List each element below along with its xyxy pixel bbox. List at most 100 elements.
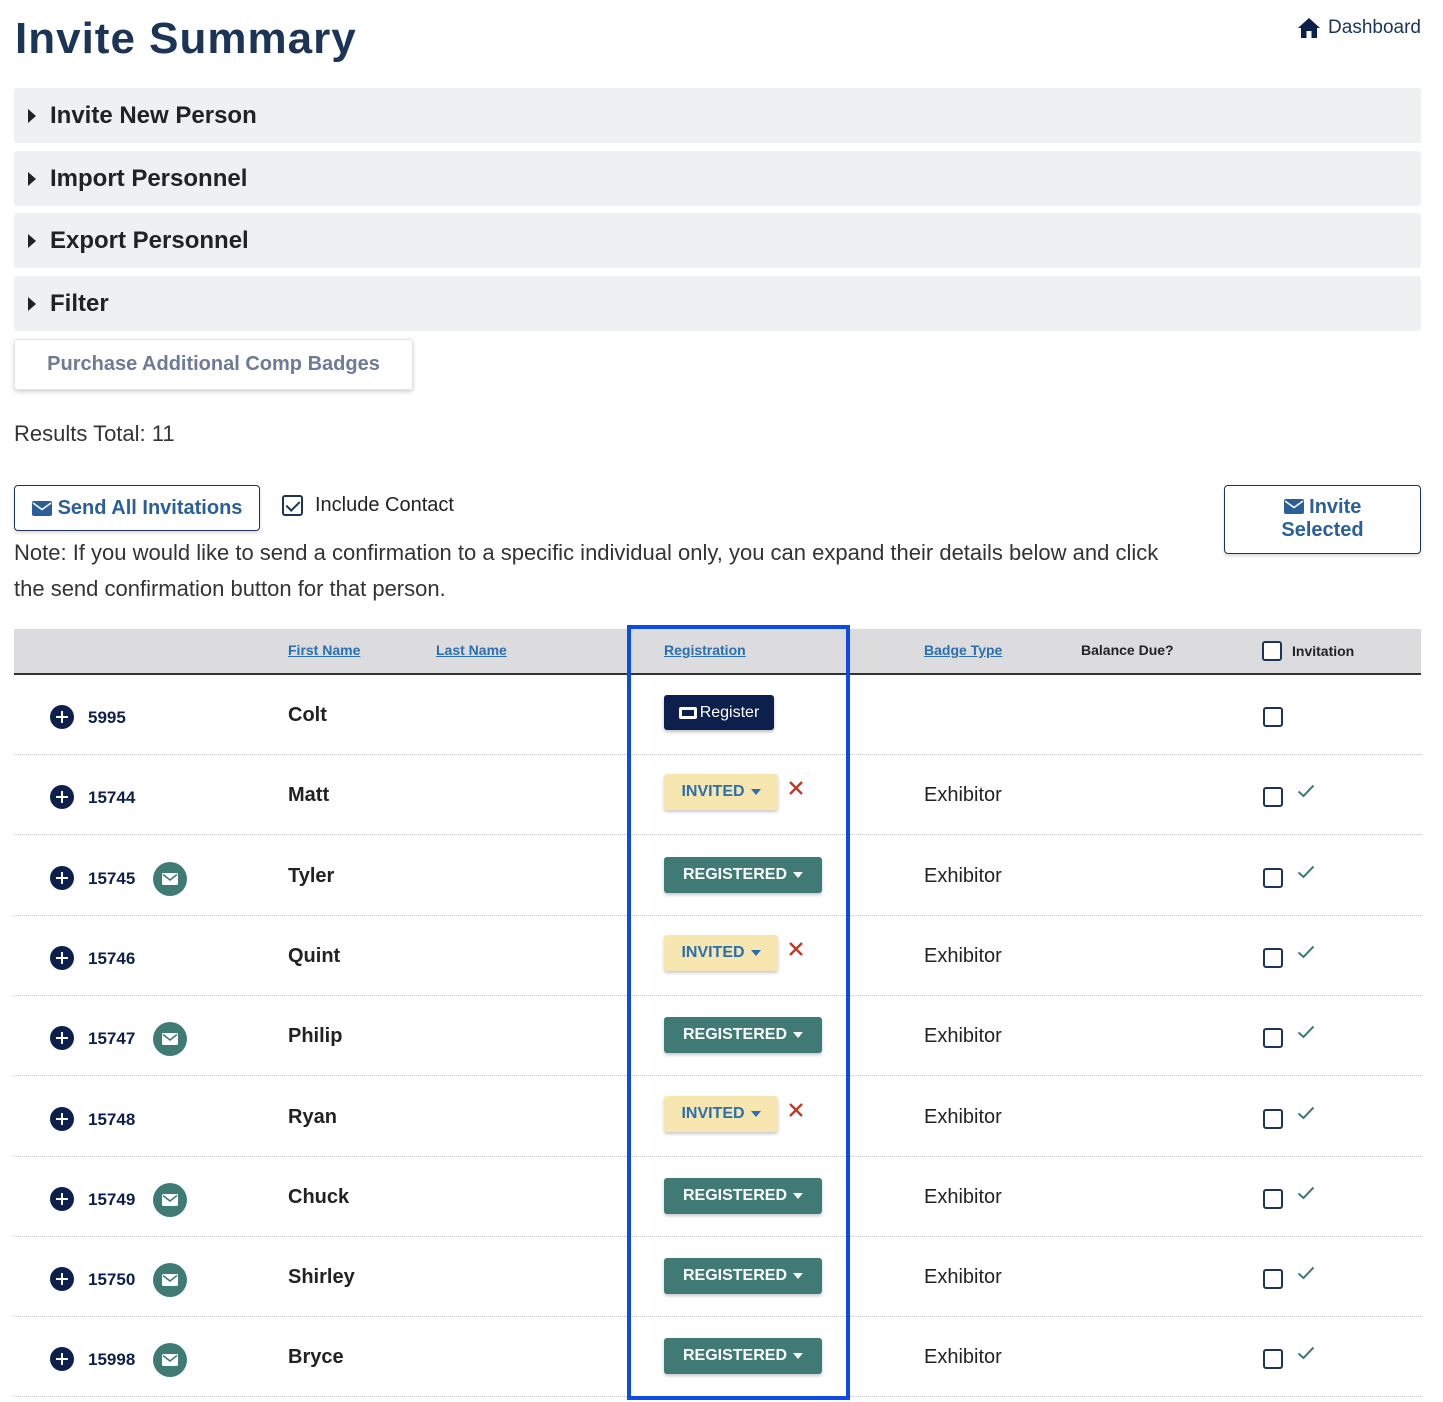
home-icon bbox=[1298, 18, 1321, 38]
balance-due-header: Balance Due? bbox=[1081, 642, 1174, 658]
invitation-checkbox[interactable] bbox=[1263, 867, 1283, 888]
page-title: Invite Summary bbox=[15, 14, 357, 63]
invitation-checkbox[interactable] bbox=[1263, 787, 1283, 808]
select-all-checkbox[interactable] bbox=[1262, 641, 1282, 661]
check-icon bbox=[1297, 1347, 1315, 1360]
accordion-filter[interactable]: Filter bbox=[14, 276, 1421, 331]
invited-status-dropdown[interactable]: INVITED bbox=[664, 1095, 778, 1132]
badge-type-cell: Exhibitor bbox=[924, 944, 1002, 967]
status-label: REGISTERED bbox=[682, 1267, 787, 1285]
invitation-checkbox[interactable] bbox=[1263, 1108, 1283, 1129]
first-name-cell: Chuck bbox=[288, 1185, 350, 1208]
table-row: 15744 Matt INVITED Exhibitor bbox=[14, 755, 1421, 836]
sort-first-name[interactable]: First Name bbox=[288, 642, 360, 658]
ticket-icon bbox=[678, 706, 697, 719]
expand-row-icon[interactable] bbox=[50, 865, 74, 890]
invitation-header: Invitation bbox=[1262, 641, 1354, 661]
caret-right-icon bbox=[28, 233, 36, 248]
invitation-checkbox[interactable] bbox=[1263, 1349, 1283, 1370]
accordion-export-personnel[interactable]: Export Personnel bbox=[14, 213, 1421, 268]
caret-right-icon bbox=[28, 296, 36, 311]
invitation-checkbox[interactable] bbox=[1263, 1269, 1283, 1290]
accordion-import-personnel[interactable]: Import Personnel bbox=[14, 151, 1421, 206]
expand-row-icon[interactable] bbox=[50, 1106, 74, 1131]
envelope-icon bbox=[31, 500, 52, 516]
row-id: 15750 bbox=[88, 1270, 136, 1290]
invitation-header-label: Invitation bbox=[1292, 643, 1355, 659]
send-all-label: Send All Invitations bbox=[57, 496, 243, 519]
registered-status-dropdown[interactable]: REGISTERED bbox=[664, 1177, 822, 1214]
row-id: 15747 bbox=[88, 1029, 136, 1049]
registered-status-dropdown[interactable]: REGISTERED bbox=[664, 1258, 822, 1295]
invitation-checkbox[interactable] bbox=[1263, 1188, 1283, 1209]
send-email-icon[interactable] bbox=[153, 1022, 187, 1057]
expand-row-icon[interactable] bbox=[50, 945, 74, 970]
first-name-cell: Ryan bbox=[288, 1105, 337, 1128]
row-id: 15998 bbox=[88, 1350, 136, 1370]
invitation-checkbox[interactable] bbox=[1263, 707, 1283, 727]
accordion-label: Import Personnel bbox=[50, 164, 248, 192]
invite-selected-label-2: Selected bbox=[1281, 519, 1364, 541]
accordion-invite-new-person[interactable]: Invite New Person bbox=[14, 88, 1421, 143]
row-id: 15744 bbox=[88, 788, 136, 808]
expand-row-icon[interactable] bbox=[50, 785, 74, 810]
first-name-cell: Matt bbox=[288, 784, 330, 807]
badge-type-cell: Exhibitor bbox=[924, 1185, 1002, 1208]
purchase-comp-badges-button[interactable]: Purchase Additional Comp Badges bbox=[14, 339, 413, 390]
badge-type-cell: Exhibitor bbox=[924, 1266, 1002, 1289]
table-row: 15750 Shirley REGISTERED Exhibitor bbox=[14, 1237, 1421, 1318]
results-total: Results Total: 11 bbox=[14, 421, 175, 446]
table-header: First Name Last Name Registration Badge … bbox=[14, 629, 1421, 675]
badge-type-cell: Exhibitor bbox=[924, 784, 1002, 807]
first-name-cell: Philip bbox=[288, 1025, 343, 1048]
dashboard-label: Dashboard bbox=[1328, 17, 1421, 38]
cancel-x-icon[interactable] bbox=[788, 941, 804, 957]
table-row: 15746 Quint INVITED Exhibitor bbox=[14, 916, 1421, 996]
table-row: 15747 Philip REGISTERED Exhibitor bbox=[14, 996, 1421, 1077]
registered-status-dropdown[interactable]: REGISTERED bbox=[664, 856, 822, 893]
expand-row-icon[interactable] bbox=[50, 705, 74, 729]
registered-status-dropdown[interactable]: REGISTERED bbox=[664, 1338, 822, 1375]
table-row: 15998 Bryce REGISTERED Exhibitor bbox=[14, 1317, 1421, 1398]
status-label: REGISTERED bbox=[682, 1186, 787, 1204]
invited-status-dropdown[interactable]: INVITED bbox=[664, 774, 778, 811]
invite-selected-label-1: Invite bbox=[1309, 496, 1362, 518]
check-icon bbox=[1297, 865, 1315, 878]
send-email-icon[interactable] bbox=[153, 1343, 187, 1378]
registered-status-dropdown[interactable]: REGISTERED bbox=[664, 1017, 822, 1054]
include-contact-option: Include Contact bbox=[282, 494, 454, 517]
caret-right-icon bbox=[28, 108, 36, 123]
sort-registration[interactable]: Registration bbox=[664, 642, 746, 658]
cancel-x-icon[interactable] bbox=[788, 1102, 804, 1118]
expand-row-icon[interactable] bbox=[50, 1347, 74, 1372]
invitation-checkbox[interactable] bbox=[1263, 1028, 1283, 1049]
invite-selected-button[interactable]: Invite Selected bbox=[1224, 485, 1421, 554]
check-icon bbox=[1297, 1106, 1315, 1119]
invitation-checkbox[interactable] bbox=[1263, 947, 1283, 968]
caret-right-icon bbox=[28, 171, 36, 186]
accordion-label: Export Personnel bbox=[50, 226, 249, 254]
expand-row-icon[interactable] bbox=[50, 1267, 74, 1292]
send-all-invitations-button[interactable]: Send All Invitations bbox=[14, 485, 260, 531]
expand-row-icon[interactable] bbox=[50, 1186, 74, 1211]
expand-row-icon[interactable] bbox=[50, 1026, 74, 1051]
row-id: 5995 bbox=[88, 708, 126, 727]
sort-badge-type[interactable]: Badge Type bbox=[924, 642, 1002, 658]
register-button[interactable]: Register bbox=[664, 695, 774, 730]
caret-down-icon bbox=[750, 789, 761, 796]
register-label: Register bbox=[699, 703, 760, 721]
include-contact-checkbox[interactable] bbox=[282, 495, 303, 516]
sort-last-name[interactable]: Last Name bbox=[436, 642, 507, 658]
badge-type-cell: Exhibitor bbox=[924, 1105, 1002, 1128]
caret-down-icon bbox=[793, 1273, 803, 1280]
invited-status-dropdown[interactable]: INVITED bbox=[664, 934, 778, 971]
check-icon bbox=[1297, 1266, 1315, 1280]
send-email-icon[interactable] bbox=[153, 861, 187, 896]
send-email-icon[interactable] bbox=[153, 1263, 187, 1298]
status-label: INVITED bbox=[681, 1104, 745, 1122]
send-email-icon[interactable] bbox=[153, 1182, 187, 1217]
check-icon bbox=[1297, 945, 1315, 959]
cancel-x-icon[interactable] bbox=[788, 780, 804, 796]
dashboard-link[interactable]: Dashboard bbox=[1297, 17, 1421, 39]
caret-down-icon bbox=[793, 871, 803, 878]
